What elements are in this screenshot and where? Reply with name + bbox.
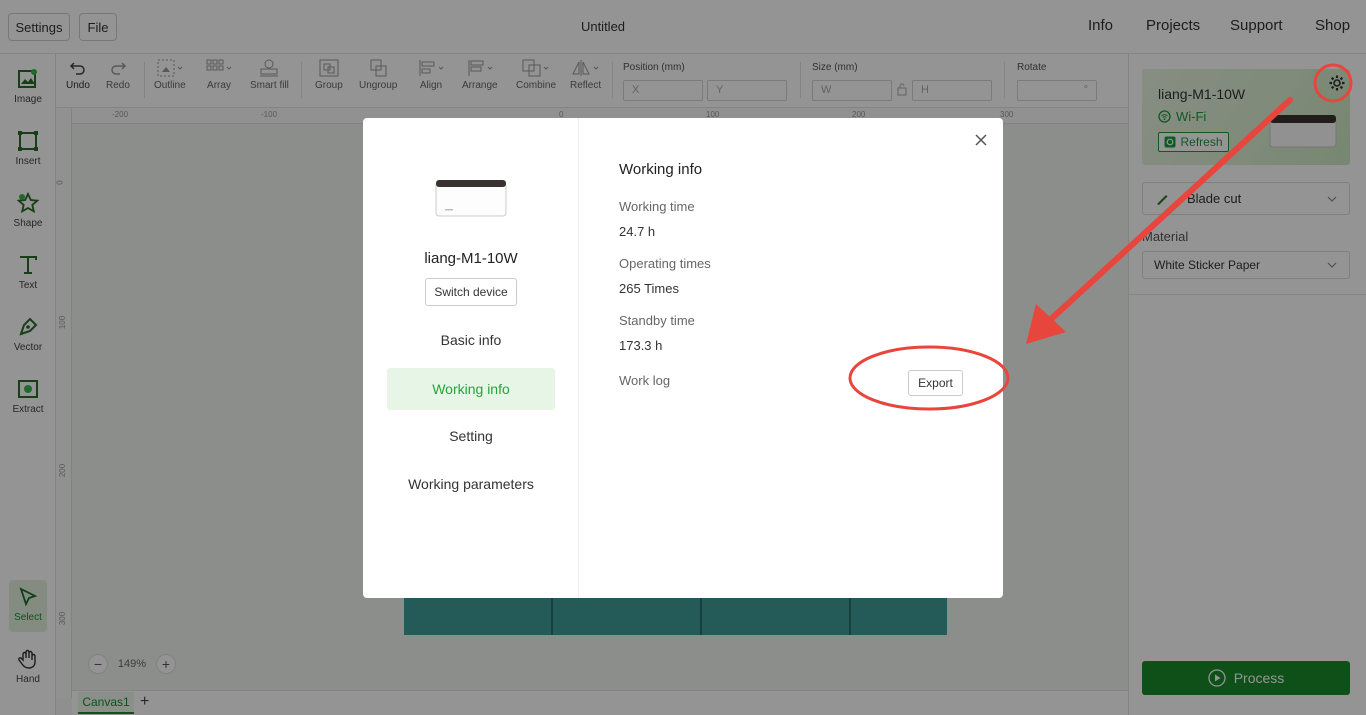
nav-setting[interactable]: Setting	[387, 415, 555, 457]
operating-times-label: Operating times	[619, 256, 711, 271]
close-icon	[975, 134, 987, 146]
switch-device-button[interactable]: Switch device	[425, 278, 517, 306]
dialog-title: Working info	[619, 161, 703, 178]
standby-time-value: 173.3 h	[619, 338, 663, 353]
standby-time-label: Standby time	[619, 313, 695, 328]
work-log-label: Work log	[619, 373, 671, 388]
working-time-value: 24.7 h	[619, 224, 656, 239]
device-info-dialog: liang-M1-10W Switch device Basic info Wo…	[363, 118, 1003, 598]
operating-times-value: 265 Times	[619, 281, 679, 296]
close-button[interactable]	[971, 130, 991, 150]
working-time-label: Working time	[619, 199, 695, 214]
machine-image	[435, 180, 507, 217]
nav-basic-info[interactable]: Basic info	[387, 319, 555, 361]
nav-working-parameters[interactable]: Working parameters	[387, 463, 555, 505]
nav-working-info[interactable]: Working info	[387, 368, 555, 410]
export-button[interactable]: Export	[908, 370, 963, 396]
dialog-device-name: liang-M1-10W	[424, 250, 518, 267]
dialog-sidebar: liang-M1-10W Switch device Basic info Wo…	[363, 118, 579, 598]
